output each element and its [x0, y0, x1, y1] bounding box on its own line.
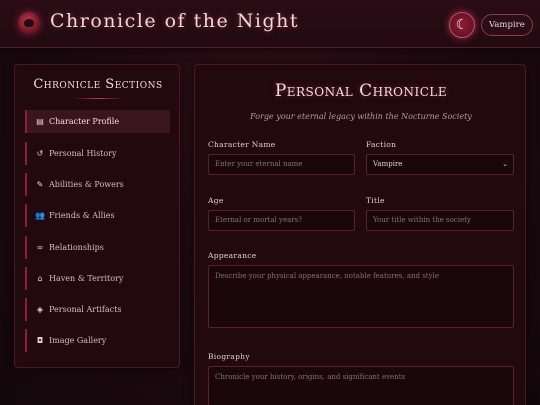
sidebar-item-image-gallery[interactable]: ◘ Image Gallery — [25, 329, 170, 352]
app-header: Chronicle of the Night ☾ Vampire — [0, 0, 540, 48]
appearance-label: Appearance — [208, 251, 257, 260]
age-label: Age — [208, 196, 224, 205]
sidebar-divider — [73, 98, 123, 99]
sidebar-item-personal-history[interactable]: ↺ Personal History — [25, 142, 170, 165]
title-input[interactable]: Your title within the society — [366, 210, 514, 231]
role-badge[interactable]: Vampire — [481, 14, 533, 36]
sidebar-item-label: Image Gallery — [49, 336, 107, 345]
biography-label: Biography — [208, 352, 250, 361]
gem-icon: ◈ — [36, 305, 44, 314]
faction-label: Faction — [366, 140, 397, 149]
sidebar-item-personal-artifacts[interactable]: ◈ Personal Artifacts — [25, 298, 170, 321]
theme-toggle-button[interactable]: ☾ — [449, 12, 475, 38]
sidebar-item-label: Personal Artifacts — [49, 305, 122, 314]
users-icon: 👥 — [35, 211, 45, 220]
sidebar-item-friends-allies[interactable]: 👥 Friends & Allies — [25, 204, 170, 227]
mask-icon: ∞ — [36, 243, 44, 252]
page-subtitle: Forge your eternal legacy within the Noc… — [250, 112, 472, 121]
age-input[interactable]: Eternal or mortal years? — [208, 210, 355, 231]
sidebar-item-label: Friends & Allies — [49, 211, 115, 220]
faction-select-value: Vampire — [373, 160, 403, 168]
faction-select[interactable]: Vampire ⌄ — [366, 154, 514, 175]
main-panel: Personal Chronicle Forge your eternal le… — [194, 64, 526, 405]
sidebar-item-abilities-powers[interactable]: ✎ Abilities & Powers — [25, 173, 170, 196]
sidebar-title: Chronicle Sections — [33, 77, 163, 92]
biography-textarea[interactable]: Chronicle your history, origins, and sig… — [208, 366, 514, 405]
id-card-icon: ▤ — [36, 117, 44, 126]
character-name-label: Character Name — [208, 140, 276, 149]
title-label: Title — [366, 196, 385, 205]
sidebar-item-label: Character Profile — [49, 117, 120, 126]
history-icon: ↺ — [36, 149, 44, 158]
camera-icon: ◘ — [36, 336, 44, 345]
character-name-input[interactable]: Enter your eternal name — [208, 154, 355, 175]
landmark-icon: ⌂ — [37, 274, 43, 283]
wand-icon: ✎ — [36, 180, 44, 189]
sidebar-item-label: Abilities & Powers — [49, 180, 124, 189]
chevron-down-icon: ⌄ — [502, 160, 508, 168]
sidebar-item-label: Relationships — [49, 243, 104, 252]
logo-icon — [18, 12, 40, 34]
sidebar-item-label: Haven & Territory — [49, 274, 124, 283]
appearance-textarea[interactable]: Describe your physical appearance, notab… — [208, 265, 514, 328]
sidebar-item-relationships[interactable]: ∞ Relationships — [25, 236, 170, 259]
app-title: Chronicle of the Night — [50, 10, 300, 32]
crescent-moon-icon: ☾ — [455, 17, 469, 33]
page-title: Personal Chronicle — [274, 81, 448, 101]
sidebar-item-character-profile[interactable]: ▤ Character Profile — [25, 110, 170, 133]
sidebar-item-label: Personal History — [49, 149, 117, 158]
sidebar-item-haven-territory[interactable]: ⌂ Haven & Territory — [25, 267, 170, 290]
sidebar: Chronicle Sections ▤ Character Profile ↺… — [14, 64, 180, 368]
